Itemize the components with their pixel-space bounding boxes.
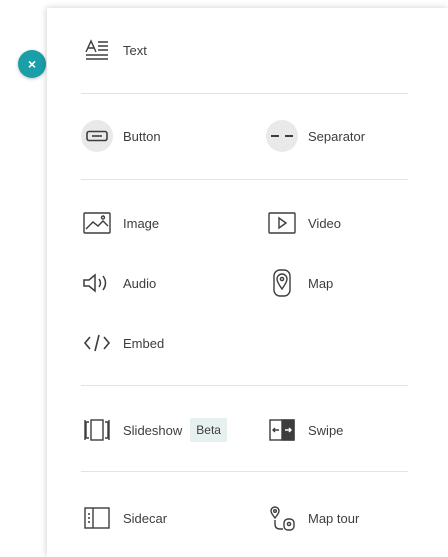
separator-icon	[266, 120, 298, 152]
block-item-separator-label: Separator	[308, 128, 366, 144]
map-tour-icon	[266, 502, 298, 534]
block-item-text[interactable]: Text	[81, 34, 147, 66]
swipe-icon	[266, 414, 298, 446]
block-item-button[interactable]: Button	[81, 120, 161, 152]
block-item-image[interactable]: Image	[81, 207, 159, 239]
close-icon: ×	[27, 56, 37, 72]
video-icon	[266, 207, 298, 239]
block-item-slideshow-label: Slideshow	[123, 422, 183, 438]
block-item-sidecar-label: Sidecar	[123, 510, 168, 526]
close-button[interactable]: ×	[18, 50, 46, 78]
block-item-map[interactable]: Map	[266, 267, 333, 299]
button-icon	[81, 120, 113, 152]
block-item-separator[interactable]: Separator	[266, 120, 365, 152]
divider	[81, 385, 408, 386]
image-icon	[81, 207, 113, 239]
block-item-text-label: Text	[123, 42, 147, 58]
block-item-map-label: Map	[308, 275, 334, 291]
map-icon	[266, 267, 298, 299]
divider	[81, 93, 408, 94]
block-picker-panel: Text Button Separator Image Video Audio …	[47, 8, 448, 557]
block-item-slideshow[interactable]: Slideshow Beta	[81, 414, 227, 446]
audio-icon	[81, 267, 113, 299]
block-item-video[interactable]: Video	[266, 207, 341, 239]
block-item-audio-label: Audio	[123, 275, 157, 291]
slideshow-icon	[81, 414, 113, 446]
block-item-embed-label: Embed	[123, 335, 165, 351]
divider	[81, 471, 408, 472]
block-item-audio[interactable]: Audio	[81, 267, 156, 299]
block-item-video-label: Video	[308, 215, 342, 231]
block-item-embed[interactable]: Embed	[81, 327, 164, 359]
divider	[81, 179, 408, 180]
block-item-swipe-label: Swipe	[308, 422, 344, 438]
block-item-sidecar[interactable]: Sidecar	[81, 502, 167, 534]
beta-badge: Beta	[190, 418, 227, 442]
block-item-image-label: Image	[123, 215, 160, 231]
block-item-map-tour-label: Map tour	[308, 510, 360, 526]
block-item-button-label: Button	[123, 128, 161, 144]
text-icon	[81, 34, 113, 66]
sidecar-icon	[81, 502, 113, 534]
block-item-swipe[interactable]: Swipe	[266, 414, 343, 446]
embed-icon	[81, 327, 113, 359]
block-item-map-tour[interactable]: Map tour	[266, 502, 359, 534]
